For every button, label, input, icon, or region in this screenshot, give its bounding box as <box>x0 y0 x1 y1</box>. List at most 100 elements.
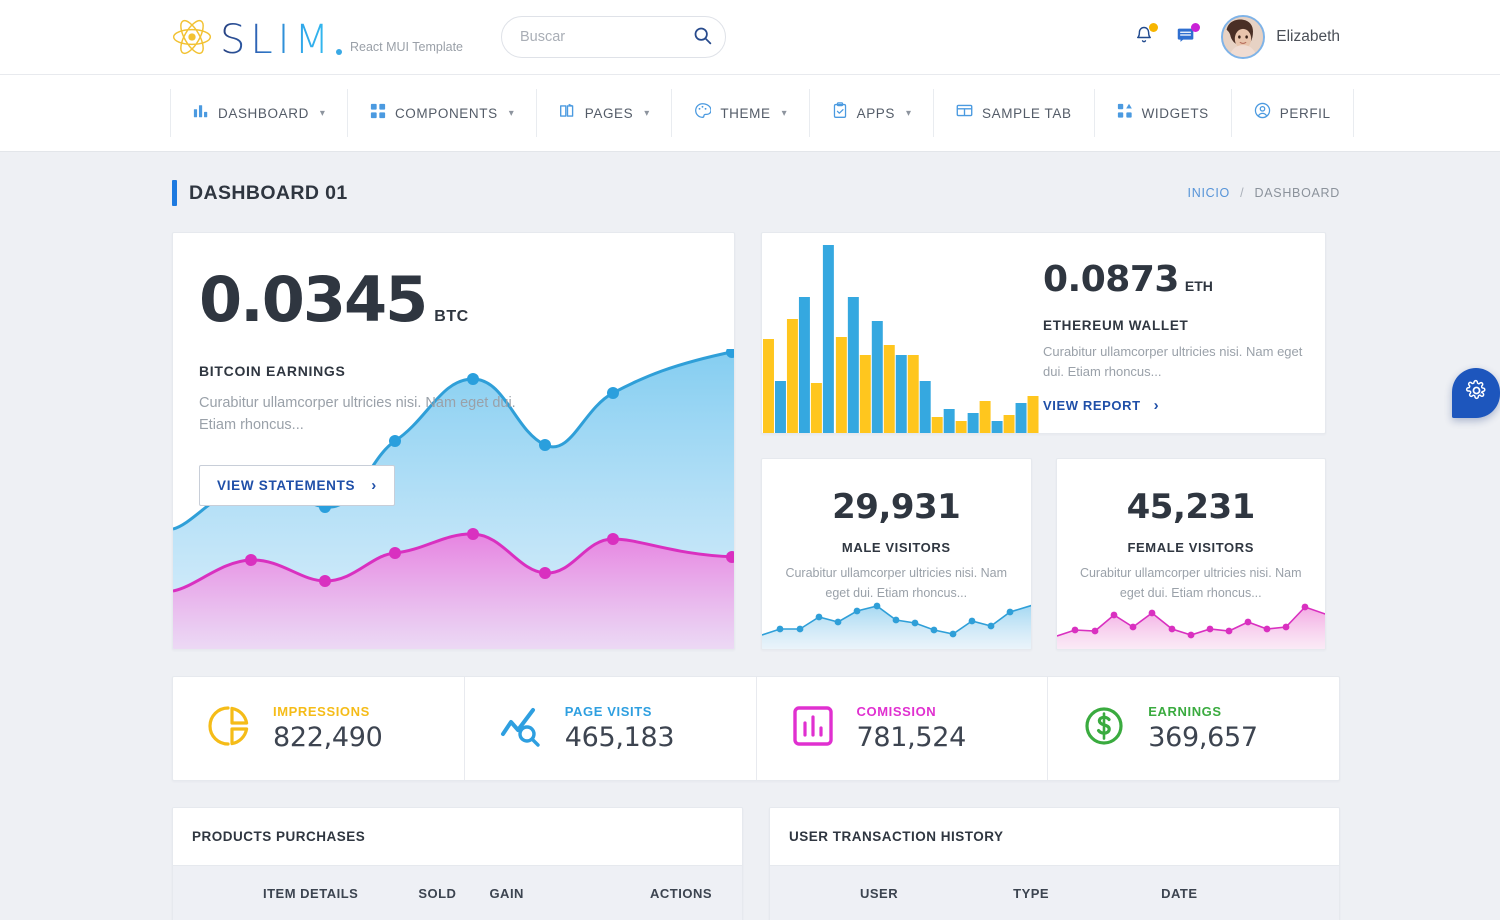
nav-item-apps[interactable]: APPS ▾ <box>810 89 934 137</box>
column-type: TYPE <box>1013 886 1049 901</box>
nav-item-theme[interactable]: THEME ▾ <box>672 89 809 137</box>
male-visitors-card: 29,931 MALE VISITORS Curabitur ullamcorp… <box>761 458 1032 650</box>
messages-button[interactable] <box>1173 22 1199 52</box>
palette-icon <box>694 102 711 124</box>
bitcoin-earnings-card: 0.0345BTC BITCOIN EARNINGS Curabitur ull… <box>172 232 735 650</box>
ethereum-card-title: ETHEREUM WALLET <box>1043 318 1305 333</box>
chevron-down-icon: ▾ <box>906 108 911 119</box>
messages-badge <box>1191 23 1200 32</box>
stat-label: PAGE VISITS <box>565 704 675 719</box>
nav-label: THEME <box>720 106 770 121</box>
table-title: PRODUCTS PURCHASES <box>173 808 742 866</box>
nav-label: DASHBOARD <box>218 106 309 121</box>
stat-value: 822,490 <box>273 722 383 753</box>
nav-item-widgets[interactable]: WIDGETS <box>1095 89 1232 137</box>
nav-item-sample-tab[interactable]: SAMPLE TAB <box>934 89 1095 137</box>
column-item-details: ITEM DETAILS <box>263 886 358 901</box>
stat-earnings[interactable]: EARNINGS 369,657 <box>1048 677 1339 780</box>
nav-item-pages[interactable]: PAGES ▾ <box>537 89 673 137</box>
user-menu[interactable]: Elizabeth <box>1221 15 1340 59</box>
notifications-button[interactable] <box>1131 22 1157 52</box>
chevron-down-icon: ▾ <box>509 108 514 119</box>
table-title: USER TRANSACTION HISTORY <box>770 808 1339 866</box>
table-header-row: USER TYPE DATE <box>770 866 1339 920</box>
page-title-wrap: DASHBOARD 01 <box>172 180 348 206</box>
female-visitors-value: 45,231 <box>1057 487 1326 527</box>
chevron-down-icon: ▾ <box>320 108 325 119</box>
nav-item-components[interactable]: COMPONENTS ▾ <box>348 89 537 137</box>
user-transaction-history-table: USER TRANSACTION HISTORY USER TYPE DATE <box>769 807 1340 920</box>
ethereum-card-body: 0.0873ETH ETHEREUM WALLET Curabitur ulla… <box>1043 233 1325 433</box>
gear-icon <box>1465 379 1488 407</box>
view-report-label: VIEW REPORT <box>1043 398 1141 413</box>
widgets-icon <box>1117 103 1133 124</box>
dollar-circle-icon <box>1082 704 1126 753</box>
bitcoin-card-body: 0.0345BTC BITCOIN EARNINGS Curabitur ull… <box>173 233 734 506</box>
search-button[interactable] <box>690 25 714 49</box>
stat-text: EARNINGS 369,657 <box>1148 704 1258 753</box>
column-user: USER <box>860 886 898 901</box>
view-statements-button[interactable]: VIEW STATEMENTS › <box>199 465 395 506</box>
ethereum-card-description: Curabitur ullamcorper ultricies nisi. Na… <box>1043 342 1305 382</box>
column-sold: SOLD <box>418 886 456 901</box>
atom-icon <box>170 15 214 59</box>
page-title: DASHBOARD 01 <box>189 182 348 205</box>
search-container <box>501 16 726 58</box>
stat-text: COMISSION 781,524 <box>857 704 967 753</box>
header-actions: Elizabeth <box>1131 15 1340 59</box>
brand-logo[interactable]: SLIM React MUI Template <box>170 15 463 59</box>
user-name: Elizabeth <box>1276 28 1340 46</box>
ethereum-unit: ETH <box>1185 278 1213 294</box>
ethereum-bars <box>763 245 1039 434</box>
stat-label: EARNINGS <box>1148 704 1258 719</box>
nav-label: APPS <box>857 106 895 121</box>
stat-text: PAGE VISITS 465,183 <box>565 704 675 753</box>
ethereum-wallet-card: 0.0873ETH ETHEREUM WALLET Curabitur ulla… <box>761 232 1326 434</box>
stat-impressions[interactable]: IMPRESSIONS 822,490 <box>173 677 465 780</box>
stats-row: IMPRESSIONS 822,490 PAGE VISITS 465,183 <box>172 676 1340 781</box>
settings-fab-button[interactable] <box>1452 368 1500 418</box>
ethereum-bar-chart <box>762 233 1043 434</box>
bitcoin-card-title: BITCOIN EARNINGS <box>199 363 734 379</box>
bar-chart-icon <box>193 103 209 124</box>
search-icon <box>692 25 713 49</box>
nav-label: SAMPLE TAB <box>982 106 1072 121</box>
main-content: DASHBOARD 01 INICIO / DASHBOARD 0.0345BT… <box>0 152 1500 920</box>
nav-item-dashboard[interactable]: DASHBOARD ▾ <box>171 89 348 137</box>
clipboard-check-icon <box>832 102 848 124</box>
male-visitors-spark <box>762 589 1032 649</box>
main-navigation: DASHBOARD ▾ COMPONENTS ▾ <box>0 75 1500 152</box>
breadcrumb-home[interactable]: INICIO <box>1188 186 1230 200</box>
left-column: 0.0345BTC BITCOIN EARNINGS Curabitur ull… <box>172 232 735 650</box>
nav-label: WIDGETS <box>1142 106 1209 121</box>
nav-item-perfil[interactable]: PERFIL <box>1232 89 1354 137</box>
stat-text: IMPRESSIONS 822,490 <box>273 704 383 753</box>
breadcrumb: INICIO / DASHBOARD <box>1188 186 1340 200</box>
brand-tagline: React MUI Template <box>350 40 463 54</box>
stat-label: IMPRESSIONS <box>273 704 383 719</box>
user-circle-icon <box>1254 102 1271 124</box>
book-icon <box>559 103 576 124</box>
products-purchases-table: PRODUCTS PURCHASES ITEM DETAILS SOLD GAI… <box>172 807 743 920</box>
logo-text: SLIM <box>220 21 334 59</box>
nav-label: PERFIL <box>1280 106 1331 121</box>
stat-value: 369,657 <box>1148 722 1258 753</box>
grid-icon <box>370 103 386 124</box>
trend-search-icon <box>499 704 543 753</box>
stat-page-visits[interactable]: PAGE VISITS 465,183 <box>465 677 757 780</box>
bar-chart-box-icon <box>791 704 835 753</box>
bitcoin-card-description: Curabitur ullamcorper ultricies nisi. Na… <box>199 393 529 437</box>
column-gain: GAIN <box>489 886 524 901</box>
chevron-down-icon: ▾ <box>644 108 649 119</box>
app-header: SLIM React MUI Template <box>0 0 1500 75</box>
chevron-right-icon: › <box>371 477 377 494</box>
stat-value: 781,524 <box>857 722 967 753</box>
tables-row: PRODUCTS PURCHASES ITEM DETAILS SOLD GAI… <box>172 807 1340 920</box>
right-column: 0.0873ETH ETHEREUM WALLET Curabitur ulla… <box>761 232 1326 650</box>
breadcrumb-separator: / <box>1240 186 1244 200</box>
nav-label: COMPONENTS <box>395 106 498 121</box>
view-report-button[interactable]: VIEW REPORT › <box>1043 397 1159 414</box>
stat-comission[interactable]: COMISSION 781,524 <box>757 677 1049 780</box>
visitors-row: 29,931 MALE VISITORS Curabitur ullamcorp… <box>761 458 1326 650</box>
pie-chart-icon <box>207 704 251 753</box>
